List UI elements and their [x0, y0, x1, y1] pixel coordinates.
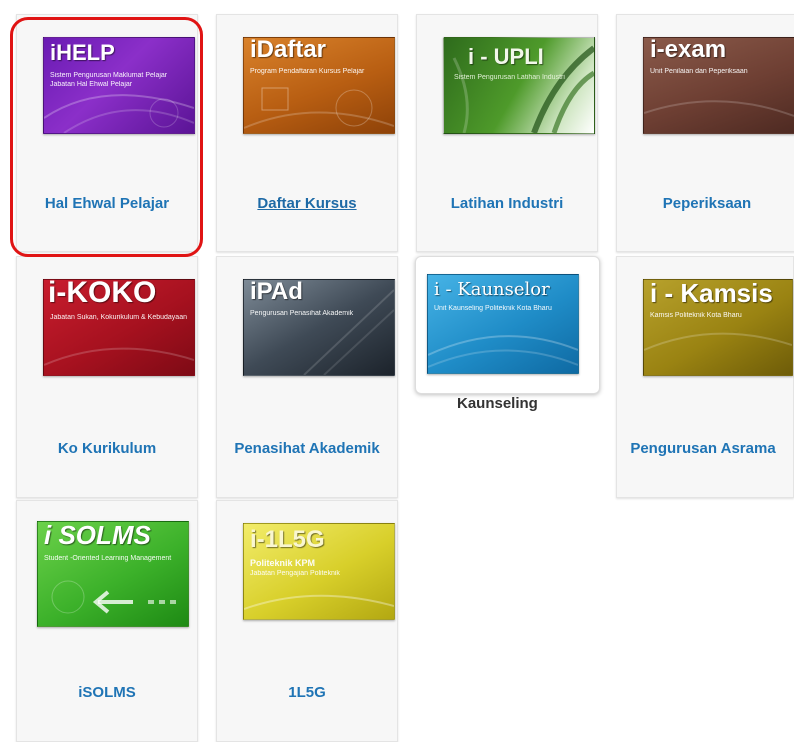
ikoko-banner[interactable]: i-KOKO Jabatan Sukan, Kokurikulum & Kebu… [43, 279, 195, 376]
banner-subtitle: Sistem Pengurusan Latihan Industri [454, 74, 565, 81]
tile-1l5g[interactable]: i-1L5G Politeknik KPM Jabatan Pengajian … [216, 500, 398, 742]
banner-subtitle: Jabatan Pengajian Politeknik [250, 570, 340, 577]
banner-subtitle: Unit Penilaian dan Peperiksaan [650, 68, 748, 75]
banner-subtitle: Sistem Pengurusan Maklumat Pelajar [50, 72, 168, 79]
iexam-banner[interactable]: i-exam Unit Penilaian dan Peperiksaan [643, 37, 794, 134]
tile-label[interactable]: Ko Kurikulum [17, 440, 197, 457]
banner-title: iPAd [250, 279, 303, 305]
banner-subtitle: Politeknik KPM [250, 558, 316, 568]
banner-subtitle: Program Pendaftaran Kursus Pelajar [250, 68, 365, 75]
banner-title: i-exam [650, 37, 727, 63]
tile-hal-ehwal-pelajar[interactable]: iHELP Sistem Pengurusan Maklumat Pelajar… [16, 14, 198, 252]
idaftar-banner[interactable]: iDaftar Program Pendaftaran Kursus Pelaj… [243, 37, 395, 134]
banner-title: i-1L5G [250, 526, 325, 553]
banner-title: i-KOKO [48, 279, 157, 309]
banner-subtitle: Jabatan Hal Ehwal Pelajar [50, 81, 133, 88]
tile-label[interactable]: 1L5G [217, 684, 397, 701]
banner-title: iHELP [50, 40, 115, 65]
ihelp-banner[interactable]: iHELP Sistem Pengurusan Maklumat Pelajar… [43, 37, 195, 134]
banner-title: i - Kamsis [650, 279, 773, 308]
banner-title: i SOLMS [44, 521, 151, 550]
tile-label-kaunseling[interactable]: Kaunseling [457, 395, 538, 412]
banner-subtitle: Kamsis Politeknik Kota Bharu [650, 312, 742, 319]
tile-label[interactable]: Daftar Kursus [217, 195, 397, 212]
banner-subtitle: Pengurusan Penasihat Akademik [250, 310, 354, 317]
tile-label[interactable]: Peperiksaan [617, 195, 794, 212]
tile-kaunseling[interactable]: i - Kaunselor Unit Kaunseling Politeknik… [415, 256, 600, 394]
tile-daftar-kursus[interactable]: iDaftar Program Pendaftaran Kursus Pelaj… [216, 14, 398, 252]
tile-ko-kurikulum[interactable]: i-KOKO Jabatan Sukan, Kokurikulum & Kebu… [16, 256, 198, 498]
banner-subtitle: Unit Kaunseling Politeknik Kota Bharu [434, 305, 552, 312]
tile-label[interactable]: Hal Ehwal Pelajar [17, 195, 197, 212]
ikaunselor-banner[interactable]: i - Kaunselor Unit Kaunseling Politeknik… [427, 274, 579, 374]
banner-title: i - UPLI [468, 44, 544, 69]
tile-peperiksaan[interactable]: i-exam Unit Penilaian dan Peperiksaan Pe… [616, 14, 794, 252]
tile-label[interactable]: iSOLMS [17, 684, 197, 701]
tile-penasihat-akademik[interactable]: iPAd Pengurusan Penasihat Akademik Penas… [216, 256, 398, 498]
tile-label[interactable]: Pengurusan Asrama [613, 440, 793, 457]
tile-pengurusan-asrama[interactable]: i - Kamsis Kamsis Politeknik Kota Bharu … [616, 256, 794, 498]
ipad-banner[interactable]: iPAd Pengurusan Penasihat Akademik [243, 279, 395, 376]
tile-label[interactable]: Penasihat Akademik [217, 440, 397, 457]
ikamsis-banner[interactable]: i - Kamsis Kamsis Politeknik Kota Bharu [643, 279, 793, 376]
iupli-banner[interactable]: i - UPLI Sistem Pengurusan Latihan Indus… [443, 37, 595, 134]
tile-label[interactable]: Latihan Industri [417, 195, 597, 212]
tile-isolms[interactable]: i SOLMS Student -Oriented Learning Manag… [16, 500, 198, 742]
isolms-banner[interactable]: i SOLMS Student -Oriented Learning Manag… [37, 521, 189, 627]
banner-title: iDaftar [250, 37, 327, 63]
banner-subtitle: Jabatan Sukan, Kokurikulum & Kebudayaan [50, 314, 187, 321]
banner-title: i - Kaunselor [434, 279, 550, 300]
banner-subtitle: Student -Oriented Learning Management [44, 555, 172, 562]
i1l5g-banner[interactable]: i-1L5G Politeknik KPM Jabatan Pengajian … [243, 523, 395, 620]
tile-latihan-industri[interactable]: i - UPLI Sistem Pengurusan Latihan Indus… [416, 14, 598, 252]
